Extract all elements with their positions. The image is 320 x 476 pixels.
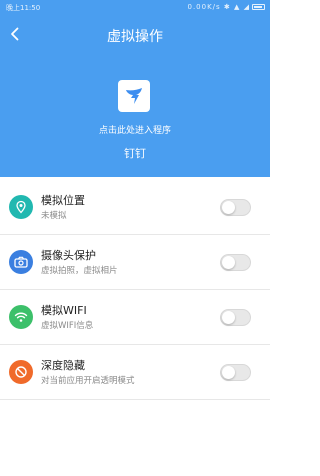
virtual-operation-screen: 晚上11:50 0.00K/s ✱ ▲ ◢ 虚拟操作 点击此处进入程序 钉钉 模… — [0, 0, 270, 476]
status-bar: 晚上11:50 0.00K/s ✱ ▲ ◢ — [0, 0, 270, 14]
status-time: 晚上11:50 — [6, 4, 41, 12]
list-item-title: 深度隐藏 — [41, 359, 85, 372]
deep-hide-toggle[interactable] — [220, 364, 251, 381]
page-title: 虚拟操作 — [107, 29, 163, 45]
list-item-subtitle: 未模拟 — [41, 211, 67, 221]
enter-app-hint[interactable]: 点击此处进入程序 — [0, 123, 270, 136]
toggle-knob — [222, 311, 235, 324]
location-pin-icon — [9, 195, 33, 219]
list-item-title: 模拟位置 — [41, 194, 85, 207]
toggle-knob — [222, 366, 235, 379]
list-item-deep-hide[interactable]: 深度隐藏 对当前应用开启透明模式 — [0, 345, 270, 400]
list-item-mock-wifi[interactable]: 模拟WIFI 虚拟WIFI信息 — [0, 290, 270, 345]
camera-icon — [9, 250, 33, 274]
toggle-knob — [222, 201, 235, 214]
list-item-title: 摄像头保护 — [41, 249, 96, 262]
battery-icon — [252, 4, 265, 10]
status-indicators: 0.00K/s ✱ ▲ ◢ — [187, 3, 265, 11]
list-item-subtitle: 对当前应用开启透明模式 — [41, 376, 135, 386]
dingtalk-logo-icon — [126, 88, 142, 104]
app-header: 晚上11:50 0.00K/s ✱ ▲ ◢ 虚拟操作 点击此处进入程序 钉钉 — [0, 0, 270, 177]
block-icon — [9, 360, 33, 384]
status-indicator-text: 0.00K/s ✱ ▲ ◢ — [187, 3, 250, 11]
list-item-subtitle: 虚拟WIFI信息 — [41, 321, 94, 331]
settings-list: 模拟位置 未模拟 摄像头保护 虚拟拍照，虚拟相片 模拟WIFI 虚拟WIFI信息… — [0, 180, 270, 400]
list-item-camera-protection[interactable]: 摄像头保护 虚拟拍照，虚拟相片 — [0, 235, 270, 290]
camera-protection-toggle[interactable] — [220, 254, 251, 271]
app-name: 钉钉 — [124, 147, 146, 160]
list-item-mock-location[interactable]: 模拟位置 未模拟 — [0, 180, 270, 235]
mock-wifi-toggle[interactable] — [220, 309, 251, 326]
dingtalk-icon[interactable] — [118, 80, 150, 112]
list-item-subtitle: 虚拟拍照，虚拟相片 — [41, 266, 118, 276]
toggle-knob — [222, 256, 235, 269]
list-item-title: 模拟WIFI — [41, 304, 87, 317]
wifi-icon — [9, 305, 33, 329]
mock-location-toggle[interactable] — [220, 199, 251, 216]
